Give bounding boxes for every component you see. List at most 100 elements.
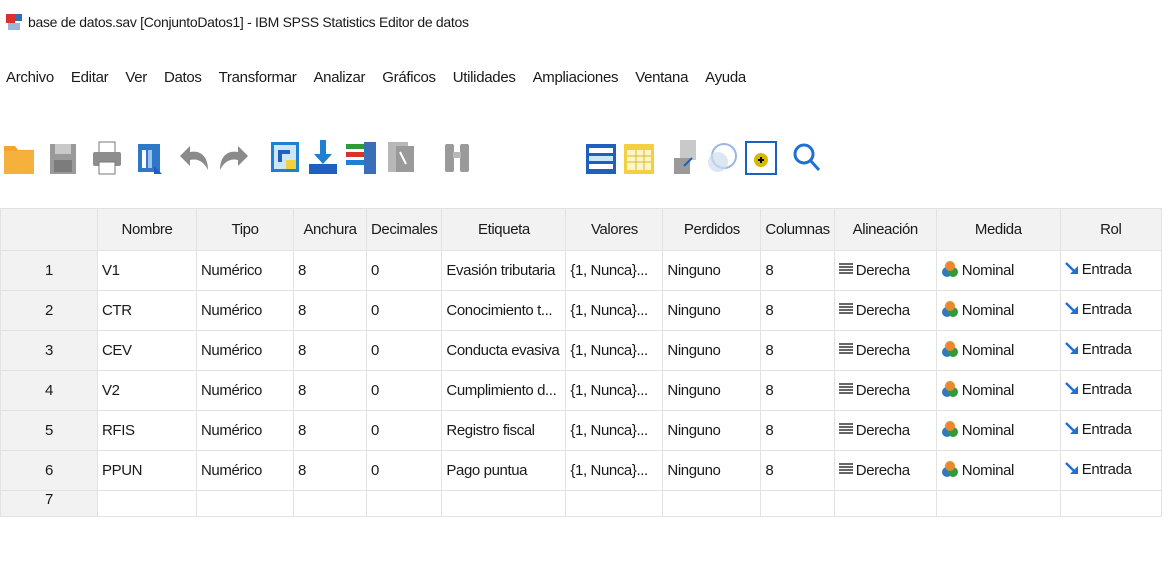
save-icon[interactable] (46, 136, 80, 176)
cell-columnas[interactable]: 8 (760, 290, 835, 331)
cell-etiqueta[interactable]: Conducta evasiva (441, 330, 567, 371)
open-folder-icon[interactable] (2, 136, 36, 176)
cell-alineacion[interactable]: Derecha (833, 410, 937, 451)
cell-decimales[interactable]: 0 (365, 250, 443, 291)
cell-alineacion[interactable]: Derecha (833, 250, 937, 291)
variables-icon[interactable] (344, 136, 378, 176)
col-header-tipo[interactable]: Tipo (196, 208, 294, 251)
weight-cases-icon[interactable] (670, 136, 704, 176)
cell-decimales[interactable]: 0 (365, 290, 443, 331)
col-header-decimales[interactable]: Decimales (365, 208, 443, 251)
row-number[interactable]: 3 (0, 330, 98, 371)
cell-nombre[interactable]: RFIS (97, 410, 197, 451)
cell-alineacion[interactable]: Derecha (833, 330, 937, 371)
cell-medida[interactable]: Nominal (935, 370, 1061, 411)
cell-anchura[interactable]: 8 (293, 370, 367, 411)
dialog-recall-icon[interactable] (134, 136, 168, 176)
cell-valores[interactable]: {1, Nunca}... (565, 250, 664, 291)
cell-columnas[interactable]: 8 (760, 330, 835, 371)
empty-cell[interactable] (441, 490, 567, 517)
menu-ayuda[interactable]: Ayuda (702, 67, 749, 88)
cell-rol[interactable]: Entrada (1059, 410, 1162, 451)
col-header-medida[interactable]: Medida (935, 208, 1061, 251)
empty-cell[interactable] (196, 490, 294, 517)
col-header-perdidos[interactable]: Perdidos (662, 208, 762, 251)
print-icon[interactable] (90, 136, 124, 176)
spss-app-icon[interactable] (6, 14, 22, 30)
cell-nombre[interactable]: V2 (97, 370, 197, 411)
split-file-icon[interactable] (584, 136, 618, 176)
cell-tipo[interactable]: Numérico (196, 250, 294, 291)
col-header-columnas[interactable]: Columnas (760, 208, 835, 251)
cell-medida[interactable]: Nominal (935, 410, 1061, 451)
cell-perdidos[interactable]: Ninguno (662, 330, 762, 371)
cell-rol[interactable]: Entrada (1059, 330, 1162, 371)
cell-etiqueta[interactable]: Evasión tributaria (441, 250, 567, 291)
menu-utilidades[interactable]: Utilidades (450, 67, 519, 88)
cell-rol[interactable]: Entrada (1059, 450, 1162, 491)
cell-valores[interactable]: {1, Nunca}... (565, 370, 664, 411)
go-to-case-icon[interactable] (268, 136, 302, 176)
empty-cell[interactable] (1059, 490, 1162, 517)
cell-alineacion[interactable]: Derecha (833, 290, 937, 331)
cell-medida[interactable]: Nominal (935, 250, 1061, 291)
cell-columnas[interactable]: 8 (760, 450, 835, 491)
row-number[interactable]: 5 (0, 410, 98, 451)
empty-cell[interactable] (365, 490, 443, 517)
empty-cell[interactable] (293, 490, 367, 517)
cell-tipo[interactable]: Numérico (196, 450, 294, 491)
cell-decimales[interactable]: 0 (365, 410, 443, 451)
cell-valores[interactable]: {1, Nunca}... (565, 290, 664, 331)
col-header-alineacion[interactable]: Alineación (833, 208, 937, 251)
empty-cell[interactable] (833, 490, 937, 517)
cell-columnas[interactable]: 8 (760, 250, 835, 291)
cell-valores[interactable]: {1, Nunca}... (565, 410, 664, 451)
row-number[interactable]: 7 (0, 490, 98, 517)
cell-anchura[interactable]: 8 (293, 410, 367, 451)
col-header-anchura[interactable]: Anchura (293, 208, 367, 251)
col-header-valores[interactable]: Valores (565, 208, 664, 251)
cell-medida[interactable]: Nominal (935, 330, 1061, 371)
col-header-nombre[interactable]: Nombre (97, 208, 197, 251)
select-cases-icon[interactable] (622, 136, 656, 176)
empty-cell[interactable] (760, 490, 835, 517)
cell-columnas[interactable]: 8 (760, 370, 835, 411)
cell-nombre[interactable]: V1 (97, 250, 197, 291)
cell-decimales[interactable]: 0 (365, 450, 443, 491)
find-binoculars-icon[interactable] (440, 136, 474, 176)
menu-ver[interactable]: Ver (122, 67, 150, 88)
use-variable-sets-icon[interactable] (744, 136, 778, 176)
cell-nombre[interactable]: CTR (97, 290, 197, 331)
col-header-rol[interactable]: Rol (1059, 208, 1162, 251)
cell-etiqueta[interactable]: Cumplimiento d... (441, 370, 567, 411)
cell-anchura[interactable]: 8 (293, 250, 367, 291)
menu-archivo[interactable]: Archivo (3, 67, 57, 88)
cell-nombre[interactable]: PPUN (97, 450, 197, 491)
cell-anchura[interactable]: 8 (293, 290, 367, 331)
menu-transformar[interactable]: Transformar (216, 67, 300, 88)
cell-perdidos[interactable]: Ninguno (662, 250, 762, 291)
empty-cell[interactable] (935, 490, 1061, 517)
cell-tipo[interactable]: Numérico (196, 370, 294, 411)
menu-ampliaciones[interactable]: Ampliaciones (530, 67, 622, 88)
cell-decimales[interactable]: 0 (365, 370, 443, 411)
go-to-variable-icon[interactable] (306, 136, 340, 176)
menu-ventana[interactable]: Ventana (632, 67, 691, 88)
row-number[interactable]: 6 (0, 450, 98, 491)
cell-etiqueta[interactable]: Pago puntua (441, 450, 567, 491)
search-icon[interactable] (790, 136, 824, 176)
row-number[interactable]: 2 (0, 290, 98, 331)
cell-tipo[interactable]: Numérico (196, 410, 294, 451)
cell-tipo[interactable]: Numérico (196, 330, 294, 371)
cell-rol[interactable]: Entrada (1059, 250, 1162, 291)
cell-medida[interactable]: Nominal (935, 290, 1061, 331)
corner-cell[interactable] (0, 208, 98, 251)
cell-nombre[interactable]: CEV (97, 330, 197, 371)
cell-medida[interactable]: Nominal (935, 450, 1061, 491)
row-number[interactable]: 1 (0, 250, 98, 291)
cell-alineacion[interactable]: Derecha (833, 450, 937, 491)
menu-datos[interactable]: Datos (161, 67, 205, 88)
row-number[interactable]: 4 (0, 370, 98, 411)
cell-anchura[interactable]: 8 (293, 330, 367, 371)
run-descriptives-icon[interactable] (384, 136, 418, 176)
